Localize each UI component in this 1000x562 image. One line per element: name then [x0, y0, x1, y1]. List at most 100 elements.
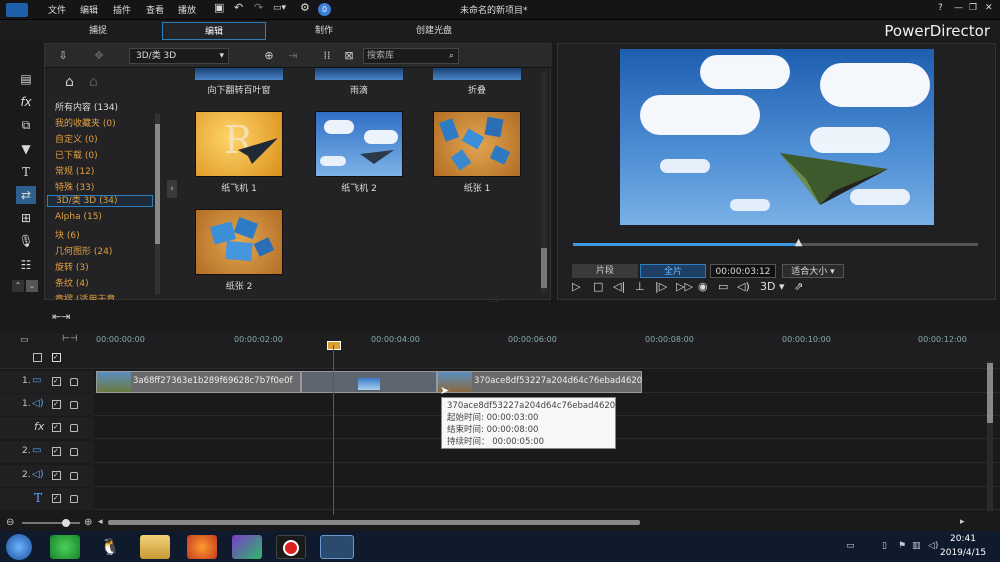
track-enable-checkbox[interactable]: ✓	[52, 447, 61, 456]
category-item[interactable]: 条纹 (4)	[55, 276, 89, 289]
category-item[interactable]: 已下载 (0)	[55, 148, 98, 161]
taskbar-app-camtasia[interactable]	[232, 535, 262, 559]
tray-action-center-icon[interactable]: ▭	[846, 541, 855, 551]
timeline-fit-icon[interactable]: ⇤⇥	[52, 310, 70, 323]
scroll-right-icon[interactable]: ▸	[960, 517, 965, 527]
select-all-box[interactable]	[33, 353, 42, 362]
subtitle-icon[interactable]: ▭	[718, 280, 728, 293]
category-dropdown[interactable]: 3D/类 3D ▾	[129, 48, 229, 64]
thumb-partial[interactable]	[315, 68, 403, 80]
movie-mode-button[interactable]: 全片	[640, 264, 706, 278]
panel-splitter[interactable]: · · ·	[488, 300, 508, 306]
enable-all-checkbox[interactable]: ✓	[52, 353, 61, 362]
timeline-clip[interactable]: 370ace8df53227a204d64c76ebad4620	[437, 371, 642, 393]
category-item-selected[interactable]: 3D/类 3D (34)	[47, 195, 153, 207]
undo-icon[interactable]: ↶	[234, 1, 243, 14]
snapshot-icon[interactable]: ◉	[698, 280, 708, 293]
mode-3d-toggle[interactable]: 3D ▾	[760, 280, 785, 293]
track-manager-icon[interactable]: ▭	[20, 335, 29, 345]
transition-thumb-paper-2[interactable]	[195, 209, 283, 275]
fit-size-dropdown[interactable]: 适合大小 ▾	[782, 264, 844, 278]
tab-produce[interactable]: 制作	[272, 22, 376, 40]
zoom-slider[interactable]	[22, 519, 80, 527]
lock-icon[interactable]	[70, 495, 78, 503]
apply-icon[interactable]: ⇥	[285, 48, 301, 64]
lock-icon[interactable]	[70, 401, 78, 409]
minimize-icon[interactable]: —	[954, 3, 963, 13]
particle-room-icon[interactable]: ▼	[16, 140, 36, 158]
timecode-display[interactable]: 00:00:03:12	[710, 264, 776, 278]
playhead-marker-icon[interactable]	[327, 341, 341, 350]
taskbar-app-firefox[interactable]	[187, 535, 217, 559]
undock-icon[interactable]: ⇗	[794, 280, 803, 293]
restore-icon[interactable]: ❐	[969, 3, 977, 13]
clock-time[interactable]: 20:41	[950, 534, 976, 544]
pip-room-icon[interactable]: ⧉	[16, 116, 36, 134]
add-to-favorites-icon[interactable]: ⊕	[261, 48, 277, 64]
category-item[interactable]: 自定义 (0)	[55, 132, 98, 145]
split-marker-icon[interactable]: ⊥	[635, 280, 645, 293]
transition-thumb-paper-plane-2[interactable]	[315, 111, 403, 177]
taskbar-app-qq[interactable]: 🐧	[95, 535, 125, 559]
transition-clip[interactable]	[301, 371, 437, 393]
timeline-clip[interactable]: 3a68ff27363e1b289f69628c7b7f0e0f	[96, 371, 301, 393]
taskbar-app-powerdirector[interactable]	[320, 535, 354, 559]
taskbar-app-folder[interactable]	[140, 535, 170, 559]
preview-scrubber-handle[interactable]: ▲	[795, 238, 805, 248]
previous-frame-icon[interactable]: ◁|	[613, 280, 625, 293]
rail-down-icon[interactable]: ⌄	[26, 280, 38, 292]
menu-file[interactable]: 文件	[48, 3, 66, 16]
menu-view[interactable]: 查看	[146, 3, 164, 16]
help-icon[interactable]: ?	[938, 3, 943, 13]
transition-room-icon[interactable]: ⇄	[16, 186, 36, 204]
track-enable-checkbox[interactable]: ✓	[52, 471, 61, 480]
stop-icon[interactable]: □	[593, 280, 603, 293]
redo-icon[interactable]: ↷	[254, 1, 263, 14]
timeline-vertical-scrollbar[interactable]	[987, 361, 993, 511]
media-room-icon[interactable]: ▤	[16, 70, 36, 88]
menu-edit[interactable]: 编辑	[80, 3, 98, 16]
timeline-ruler[interactable]: ▭ ⊢⊣ 00:00:00:00 00:00:02:00 00:00:04:00…	[0, 333, 1000, 347]
plugin-icon[interactable]: ✥	[91, 48, 107, 64]
tray-device-icon[interactable]: ▯	[882, 541, 887, 551]
tab-edit[interactable]: 编辑	[162, 22, 266, 40]
track-enable-checkbox[interactable]: ✓	[52, 377, 61, 386]
category-item[interactable]: 几何图形 (24)	[55, 244, 112, 257]
category-item[interactable]: 我的收藏夹 (0)	[55, 116, 116, 129]
next-frame-icon[interactable]: |▷	[655, 280, 667, 293]
rail-up-icon[interactable]: ⌃	[12, 280, 24, 292]
title-room-icon[interactable]: T	[16, 163, 36, 181]
thumb-partial[interactable]	[195, 68, 283, 80]
zoom-out-icon[interactable]: ⊖	[6, 517, 14, 528]
add-tag-icon[interactable]: ⌂	[65, 74, 74, 90]
notification-icon[interactable]: 0	[318, 3, 331, 16]
audio-mixing-icon[interactable]: ⊞	[16, 209, 36, 227]
category-item[interactable]: 常规 (12)	[55, 164, 94, 177]
playhead-line[interactable]	[333, 345, 334, 515]
gear-icon[interactable]: ⚙	[300, 1, 310, 14]
save-icon[interactable]: ▣	[214, 1, 224, 14]
clip-mode-button[interactable]: 片段	[572, 264, 638, 278]
search-input[interactable]: 搜索库 ⌕	[363, 48, 459, 64]
timeline-horizontal-scrollbar[interactable]	[108, 520, 640, 525]
grid-view-icon[interactable]: ⁞⁞	[319, 48, 335, 64]
zoom-in-icon[interactable]: ⊕	[84, 517, 92, 528]
close-icon[interactable]: ✕	[985, 3, 993, 13]
voiceover-icon[interactable]: 🎙	[16, 232, 36, 250]
taskbar-app-recorder[interactable]	[276, 535, 306, 559]
lock-icon[interactable]	[70, 472, 78, 480]
category-item[interactable]: 块 (6)	[55, 228, 80, 241]
category-item[interactable]: 章摺 (适用于章	[55, 292, 115, 300]
tab-capture[interactable]: 捕捉	[46, 22, 150, 40]
menu-play[interactable]: 播放	[178, 3, 196, 16]
preview-timeline-track[interactable]	[573, 243, 978, 246]
fast-forward-icon[interactable]: ▷▷	[676, 280, 693, 293]
chapter-room-icon[interactable]: ☷	[16, 256, 36, 274]
tray-flag-icon[interactable]: ⚑	[898, 541, 906, 551]
lock-icon[interactable]	[70, 448, 78, 456]
expand-icon[interactable]: ⊠	[341, 48, 357, 64]
play-icon[interactable]: ▷	[572, 280, 580, 293]
volume-icon[interactable]: ◁)	[737, 280, 750, 293]
scroll-left-icon[interactable]: ◂	[98, 517, 103, 527]
category-item[interactable]: 所有内容 (134)	[55, 100, 118, 113]
